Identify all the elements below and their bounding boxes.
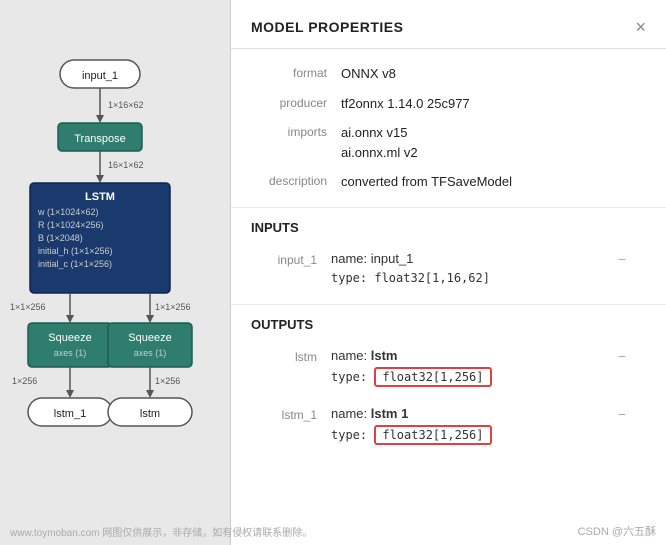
svg-text:B (1×2048): B (1×2048) (38, 233, 83, 243)
format-row: format ONNX v8 (251, 59, 646, 89)
output-type-row-0: type: float32[1,256] (331, 367, 626, 387)
output-name-row-0: name: lstm − (331, 348, 626, 364)
description-row: description converted from TFSaveModel (251, 167, 646, 197)
output-dash-0: − (618, 348, 626, 364)
svg-text:Squeeze: Squeeze (128, 332, 171, 344)
panel-header: MODEL PROPERTIES × (231, 0, 666, 49)
outputs-section: lstm name: lstm − type: float32[1,256] l… (231, 338, 666, 464)
svg-text:lstm_1: lstm_1 (54, 408, 86, 420)
producer-value: tf2onnx 1.14.0 25c977 (341, 94, 470, 114)
input-name-row-0: name: input_1 − (331, 251, 626, 267)
svg-text:1×1×256: 1×1×256 (10, 302, 46, 312)
output-type-badge-1: float32[1,256] (374, 425, 491, 445)
input-row-0: input_1 name: input_1 − type: float32[1,… (251, 247, 646, 294)
node-squeeze-right[interactable] (108, 323, 192, 367)
description-value: converted from TFSaveModel (341, 172, 512, 192)
producer-row: producer tf2onnx 1.14.0 25c977 (251, 89, 646, 119)
svg-text:Transpose: Transpose (74, 133, 126, 145)
watermark-right: CSDN @六五酥 (578, 523, 656, 539)
watermark-left: www.toymoban.com 网图仅供展示，非存储，如有侵权请联系删除。 (10, 524, 312, 539)
output-details-1: name: lstm 1 − type: float32[1,256] (331, 406, 626, 450)
output-row-0: lstm name: lstm − type: float32[1,256] (251, 344, 646, 396)
panel-title: MODEL PROPERTIES (251, 19, 403, 35)
svg-text:axes (1): axes (1) (134, 348, 167, 358)
svg-text:1×1×256: 1×1×256 (155, 302, 191, 312)
output-row-1: lstm_1 name: lstm 1 − type: float32[1,25… (251, 402, 646, 454)
outputs-section-title: OUTPUTS (231, 304, 666, 338)
output-type-row-1: type: float32[1,256] (331, 425, 626, 445)
properties-section: format ONNX v8 producer tf2onnx 1.14.0 2… (231, 49, 666, 207)
input-id-0: input_1 (271, 251, 331, 267)
input-name-text-0: name: input_1 (331, 251, 413, 266)
output-name-label-0: name: (331, 348, 371, 363)
graph-area: input_1 1×16×62 Transpose 16×1×62 LSTM w… (0, 0, 230, 545)
producer-label: producer (251, 94, 341, 114)
output-name-row-1: name: lstm 1 − (331, 406, 626, 422)
properties-panel: MODEL PROPERTIES × format ONNX v8 produc… (230, 0, 666, 545)
svg-text:1×256: 1×256 (155, 376, 180, 386)
svg-text:axes (1): axes (1) (54, 348, 87, 358)
svg-text:initial_h (1×1×256): initial_h (1×1×256) (38, 246, 113, 256)
input-details-0: name: input_1 − type: float32[1,16,62] (331, 251, 626, 290)
svg-text:R (1×1024×256): R (1×1024×256) (38, 220, 104, 230)
format-label: format (251, 64, 341, 84)
output-type-badge-0: float32[1,256] (374, 367, 491, 387)
output-name-text-0: name: lstm (331, 348, 397, 363)
imports-values: ai.onnx v15 ai.onnx.ml v2 (341, 123, 418, 162)
input-type-row-0: type: float32[1,16,62] (331, 270, 626, 285)
close-button[interactable]: × (635, 18, 646, 36)
imports-label: imports (251, 123, 341, 162)
graph-svg: input_1 1×16×62 Transpose 16×1×62 LSTM w… (0, 0, 230, 545)
output-name-value-0: lstm (371, 348, 398, 363)
output-type-prefix-1: type: (331, 428, 374, 442)
output-id-1: lstm_1 (271, 406, 331, 422)
svg-text:initial_c (1×1×256): initial_c (1×1×256) (38, 259, 112, 269)
imports-row: imports ai.onnx v15 ai.onnx.ml v2 (251, 118, 646, 167)
imports-value2: ai.onnx.ml v2 (341, 143, 418, 163)
inputs-section: input_1 name: input_1 − type: float32[1,… (231, 241, 666, 304)
svg-text:LSTM: LSTM (85, 191, 115, 203)
output-details-0: name: lstm − type: float32[1,256] (331, 348, 626, 392)
input-type-0: type: float32[1,16,62] (331, 271, 490, 285)
output-type-prefix-0: type: (331, 370, 374, 384)
description-label: description (251, 172, 341, 192)
output-name-value-1: lstm 1 (371, 406, 409, 421)
svg-text:lstm: lstm (140, 408, 160, 420)
output-name-text-1: name: lstm 1 (331, 406, 408, 421)
svg-text:1×256: 1×256 (12, 376, 37, 386)
svg-text:16×1×62: 16×1×62 (108, 160, 144, 170)
input-type-val-0: float32[1,16,62] (374, 271, 490, 285)
svg-text:1×16×62: 1×16×62 (108, 100, 144, 110)
format-value: ONNX v8 (341, 64, 396, 84)
svg-text:Squeeze: Squeeze (48, 332, 91, 344)
node-squeeze-left[interactable] (28, 323, 112, 367)
input-dash-0: − (618, 251, 626, 267)
output-name-label-1: name: (331, 406, 371, 421)
output-id-0: lstm (271, 348, 331, 364)
input-name-label: name: (331, 251, 371, 266)
output-dash-1: − (618, 406, 626, 422)
svg-text:w (1×1024×62): w (1×1024×62) (37, 207, 99, 217)
node-input1-label: input_1 (82, 70, 118, 82)
input-name-value: input_1 (371, 251, 414, 266)
imports-value1: ai.onnx v15 (341, 123, 418, 143)
inputs-section-title: INPUTS (231, 207, 666, 241)
